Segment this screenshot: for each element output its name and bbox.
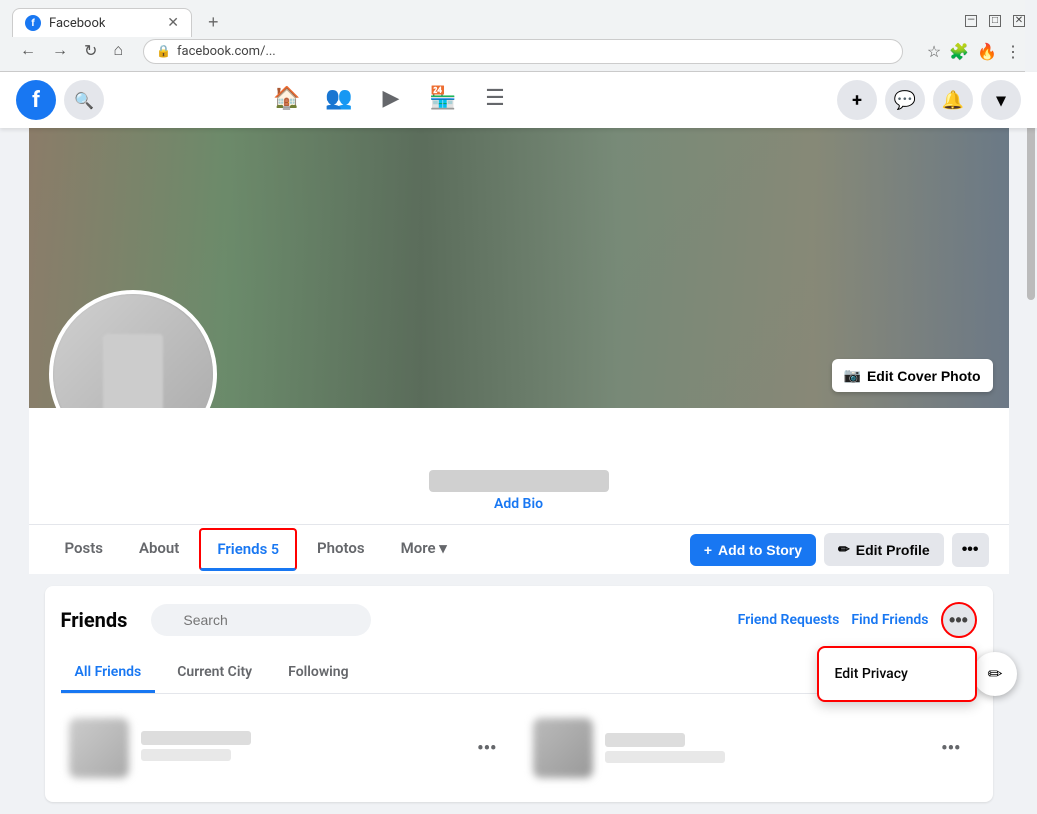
friend-avatar-2 — [533, 718, 593, 778]
close-button[interactable]: ✕ — [1013, 15, 1025, 27]
fb-navbar: f 🔍 🏠 👥 ▶ 🏪 ☰ + 💬 🔔 ▾ — [0, 72, 1037, 128]
more-button[interactable]: ••• — [952, 533, 989, 567]
friend-name-2 — [605, 733, 922, 747]
fb-logo[interactable]: f — [16, 80, 56, 120]
friends-header: Friends 🔍 Friend Requests Find Friends •… — [61, 602, 977, 638]
scrollbar-thumb[interactable] — [1027, 100, 1035, 300]
browser-tab[interactable]: f Facebook ✕ — [12, 8, 192, 37]
tab-posts[interactable]: Posts — [49, 525, 119, 574]
friend-name-1 — [141, 731, 458, 761]
url-text: facebook.com/... — [177, 44, 276, 59]
profile-tab-actions: + Add to Story ✏ Edit Profile ••• — [690, 533, 989, 567]
friend-card-2[interactable]: ••• — [525, 710, 977, 786]
tab-close-icon[interactable]: ✕ — [167, 15, 179, 31]
friends-grid: ••• ••• — [61, 710, 977, 786]
camera-icon: 📷 — [844, 367, 861, 384]
browser-nav: ← → ↻ ⌂ — [16, 37, 127, 65]
lock-icon: 🔒 — [156, 44, 171, 58]
find-friends-link[interactable]: Find Friends — [851, 612, 928, 628]
browser-address-bar-row: ← → ↻ ⌂ 🔒 facebook.com/... ☆ 🧩 🔥 ⋮ — [0, 37, 1037, 71]
friend-info-2 — [605, 733, 922, 763]
browser-chrome: f Facebook ✕ + — □ ✕ ← → ↻ ⌂ 🔒 facebook.… — [0, 0, 1037, 72]
refresh-button[interactable]: ↻ — [80, 37, 101, 65]
friends-section: Friends 🔍 Friend Requests Find Friends •… — [29, 586, 1009, 802]
friends-actions: Friend Requests Find Friends ••• Edit Pr… — [738, 602, 977, 638]
tab-photos[interactable]: Photos — [301, 525, 381, 574]
fb-search-button[interactable]: 🔍 — [64, 80, 104, 120]
fb-nav-center: 🏠 👥 ▶ 🏪 ☰ — [263, 72, 519, 128]
nav-home-icon[interactable]: 🏠 — [263, 72, 311, 128]
browser-action-buttons: ☆ 🧩 🔥 ⋮ — [927, 42, 1021, 61]
fire-icon[interactable]: 🔥 — [977, 42, 997, 61]
fb-nav-right: + 💬 🔔 ▾ — [837, 80, 1021, 120]
forward-button[interactable]: → — [48, 38, 72, 64]
nav-friends-icon[interactable]: 👥 — [315, 72, 363, 128]
fb-favicon: f — [25, 15, 41, 31]
add-to-story-button[interactable]: + Add to Story — [690, 534, 816, 566]
messenger-button[interactable]: 💬 — [885, 80, 925, 120]
menu-icon[interactable]: ⋮ — [1005, 42, 1021, 61]
extensions-icon[interactable]: 🧩 — [949, 42, 969, 61]
subtab-following[interactable]: Following — [274, 654, 362, 693]
add-bio-link[interactable]: Add Bio — [494, 496, 543, 512]
friends-title: Friends — [61, 608, 128, 632]
profile-avatar-container: 📷 — [49, 290, 217, 408]
minimize-button[interactable]: — — [965, 15, 977, 27]
subtab-all-friends[interactable]: All Friends — [61, 654, 156, 693]
tab-more[interactable]: More ▾ — [385, 525, 463, 574]
friends-search-input[interactable] — [151, 604, 371, 636]
profile-name-placeholder — [429, 470, 609, 492]
friends-card: Friends 🔍 Friend Requests Find Friends •… — [45, 586, 993, 802]
subtab-current-city[interactable]: Current City — [163, 654, 266, 693]
friend-more-button-2[interactable]: ••• — [933, 734, 968, 763]
cover-photo: 📷 📷 Edit Cover Photo — [29, 128, 1009, 408]
friend-requests-link[interactable]: Friend Requests — [738, 612, 840, 628]
friends-search-container: 🔍 — [151, 604, 371, 636]
friends-more-button[interactable]: ••• — [941, 602, 977, 638]
edit-privacy-item[interactable]: Edit Privacy — [819, 656, 975, 692]
account-menu-button[interactable]: ▾ — [981, 80, 1021, 120]
nav-menu-icon[interactable]: ☰ — [471, 72, 519, 128]
tab-title: Facebook — [49, 16, 105, 31]
pencil-icon: ✏ — [838, 541, 850, 558]
nav-marketplace-icon[interactable]: 🏪 — [419, 72, 467, 128]
maximize-button[interactable]: □ — [989, 15, 1001, 27]
friend-more-button-1[interactable]: ••• — [469, 734, 504, 763]
edit-floating-button[interactable]: ✏ — [973, 652, 1017, 696]
new-tab-button[interactable]: + — [200, 8, 227, 37]
nav-watch-icon[interactable]: ▶ — [367, 72, 415, 128]
home-button[interactable]: ⌂ — [109, 38, 127, 64]
friend-avatar-1 — [69, 718, 129, 778]
address-bar[interactable]: 🔒 facebook.com/... — [143, 39, 903, 64]
notifications-button[interactable]: 🔔 — [933, 80, 973, 120]
back-button[interactable]: ← — [16, 38, 40, 64]
profile-avatar: 📷 — [49, 290, 217, 408]
profile-info-section: Add Bio — [29, 408, 1009, 512]
edit-profile-button[interactable]: ✏ Edit Profile — [824, 533, 944, 566]
profile-tabs: Posts About Friends 5 Photos More ▾ + Ad… — [29, 524, 1009, 574]
friend-card-1[interactable]: ••• — [61, 710, 513, 786]
profile-container: 📷 📷 Edit Cover Photo Add Bio Posts About… — [29, 128, 1009, 574]
friend-info-1 — [141, 731, 458, 765]
tab-about[interactable]: About — [123, 525, 195, 574]
create-button[interactable]: + — [837, 80, 877, 120]
friends-more-dropdown-container: ••• Edit Privacy — [941, 602, 977, 638]
plus-icon: + — [704, 542, 712, 558]
tab-friends[interactable]: Friends 5 — [199, 528, 297, 571]
edit-privacy-dropdown: Edit Privacy — [817, 646, 977, 702]
bookmark-icon[interactable]: ☆ — [927, 42, 941, 61]
edit-cover-photo-button[interactable]: 📷 Edit Cover Photo — [832, 359, 993, 392]
